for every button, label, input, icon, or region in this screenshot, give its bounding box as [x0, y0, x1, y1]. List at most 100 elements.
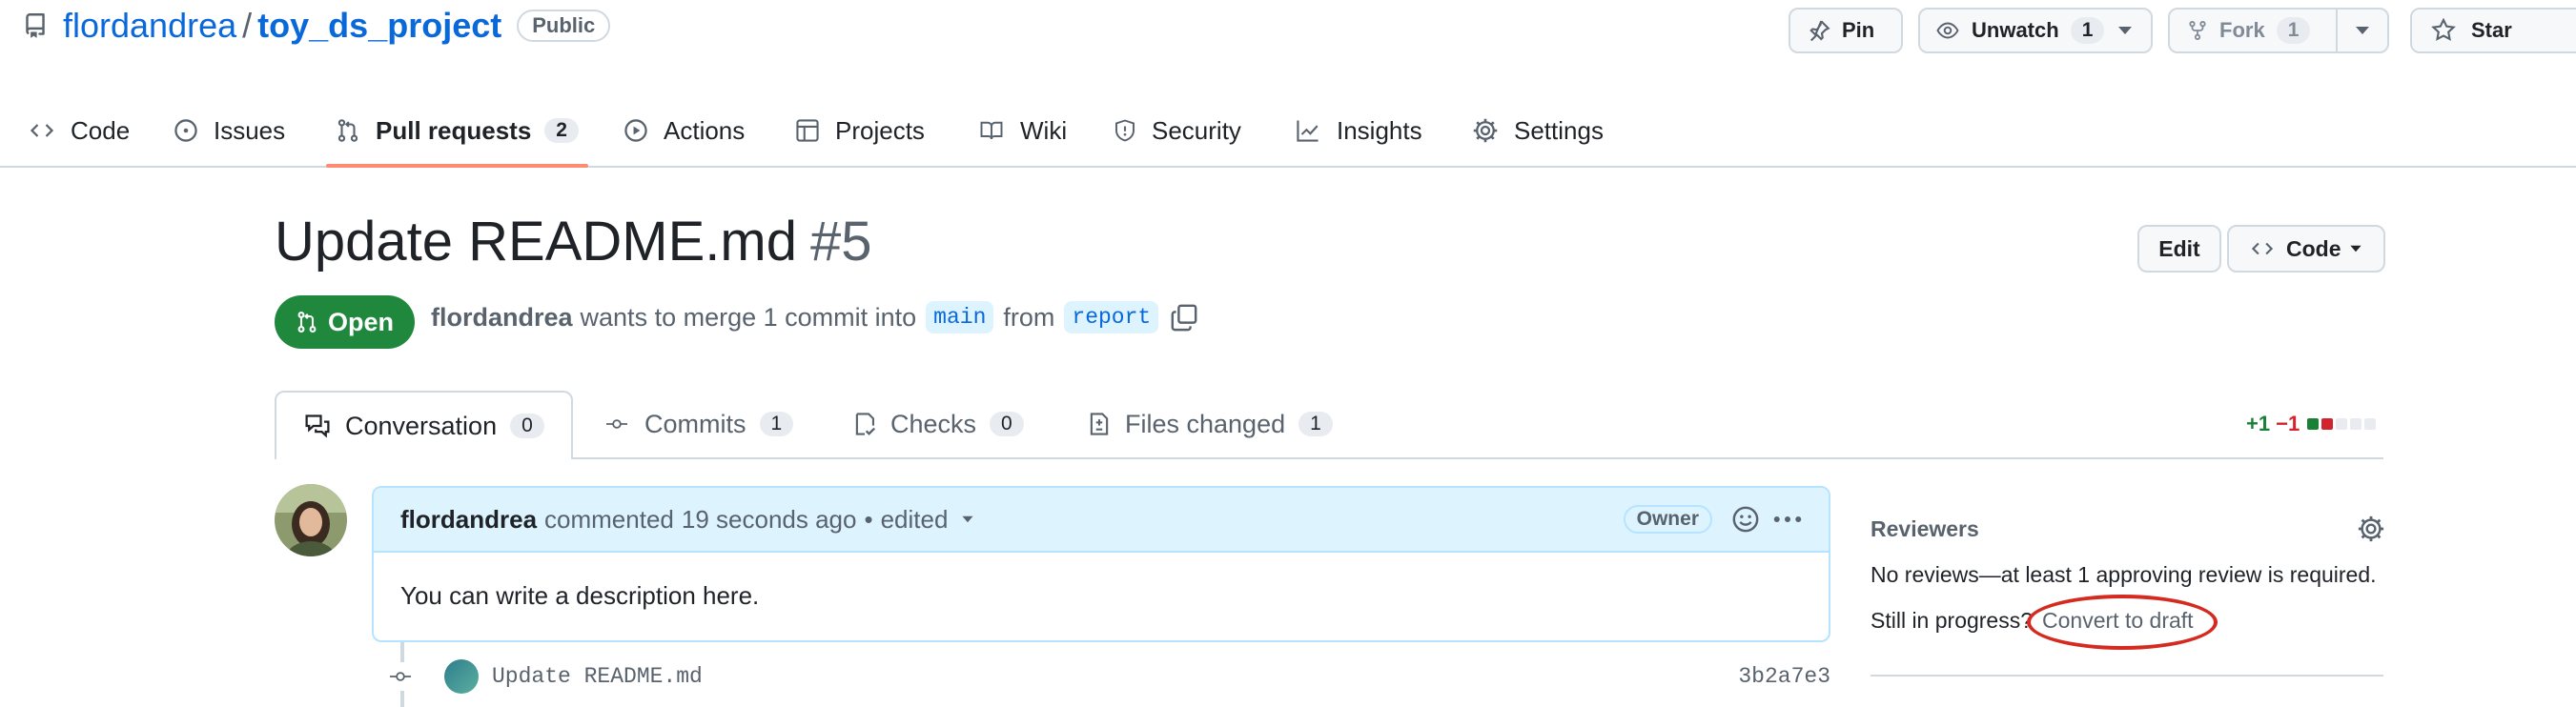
tab-commits[interactable]: Commits 1 [603, 391, 794, 457]
files-changed-count: 1 [1298, 412, 1333, 436]
pin-icon [1808, 19, 1830, 42]
tab-commits-label: Commits [644, 409, 746, 438]
tab-code[interactable]: Code [29, 95, 130, 166]
fork-count: 1 [2276, 17, 2311, 44]
status-badge: Open [275, 295, 416, 349]
tab-checks-label: Checks [890, 409, 977, 438]
star-button[interactable]: Star [2410, 8, 2576, 53]
tab-projects-label: Projects [835, 115, 925, 145]
comment-time-link[interactable]: 19 seconds ago [682, 505, 857, 535]
repo-icon [23, 11, 48, 40]
pull-requests-count: 2 [544, 118, 579, 143]
eye-icon [1935, 19, 1960, 42]
repo-name-link[interactable]: toy_ds_project [257, 6, 501, 46]
caret-down-icon [2349, 245, 2362, 252]
gear-icon[interactable] [2357, 515, 2385, 543]
pr-meta: flordandrea wants to merge 1 commit into… [431, 301, 1198, 333]
git-commit-icon [385, 662, 416, 691]
comment-header: flordandrea commented 19 seconds ago • e… [374, 488, 1829, 553]
pr-author-link[interactable]: flordandrea [431, 303, 573, 333]
copy-icon[interactable] [1170, 303, 1198, 332]
book-icon [978, 119, 1005, 142]
comment-bullet: • [864, 504, 873, 534]
star-icon [2431, 18, 2456, 43]
tab-actions[interactable]: Actions [624, 95, 745, 166]
file-diff-icon [1087, 411, 1112, 437]
diffstat-block [2336, 418, 2348, 430]
code-dropdown-button[interactable]: Code [2227, 225, 2385, 273]
head-branch[interactable]: report [1064, 301, 1159, 333]
tab-security[interactable]: Security [1114, 95, 1241, 166]
commit-sha-link[interactable]: 3b2a7e3 [1738, 664, 1830, 689]
git-pull-request-icon [336, 117, 360, 144]
pin-button[interactable]: Pin [1789, 8, 1903, 53]
edit-button[interactable]: Edit [2137, 225, 2221, 273]
tab-insights[interactable]: Insights [1295, 95, 1422, 166]
edited-dropdown[interactable]: edited [881, 505, 949, 535]
graph-icon [1295, 118, 1321, 143]
comment-discussion-icon [303, 413, 332, 439]
status-label: Open [328, 307, 395, 336]
pr-title-text: Update README.md [275, 211, 797, 273]
tab-settings-label: Settings [1514, 115, 1604, 145]
code-button-label: Code [2286, 235, 2341, 261]
repo-title: flordandrea / toy_ds_project Public [23, 6, 611, 46]
unwatch-label: Unwatch [1972, 18, 2059, 42]
star-label: Star [2471, 18, 2512, 42]
visibility-badge: Public [517, 10, 611, 42]
merge-text: wants to merge 1 commit into [580, 302, 917, 332]
tab-issues-label: Issues [214, 115, 286, 145]
edit-button-label: Edit [2158, 235, 2200, 261]
diffstat-block [2364, 418, 2377, 430]
pr-number: #5 [809, 211, 872, 273]
commit-message-link[interactable]: Update README.md [492, 664, 703, 689]
tab-conversation[interactable]: Conversation 0 [275, 391, 573, 459]
tab-wiki[interactable]: Wiki [978, 95, 1067, 166]
tab-actions-label: Actions [664, 115, 746, 145]
fork-dropdown-button[interactable] [2336, 8, 2389, 53]
code-icon [29, 119, 55, 142]
comment-box: flordandrea commented 19 seconds ago • e… [372, 486, 1830, 642]
unwatch-button[interactable]: Unwatch 1 [1918, 8, 2153, 53]
tab-projects[interactable]: Projects [795, 95, 925, 166]
caret-down-icon[interactable] [961, 515, 974, 523]
table-icon [795, 118, 820, 143]
annotation-circle [2027, 595, 2218, 650]
gear-icon [1472, 117, 1499, 144]
tab-wiki-label: Wiki [1020, 115, 1068, 145]
checklist-icon [852, 411, 877, 437]
commit-avatar[interactable] [444, 659, 479, 694]
tab-insights-label: Insights [1337, 115, 1422, 145]
checks-count: 0 [990, 412, 1024, 436]
timeline-commit: Update README.md 3b2a7e3 [385, 657, 1830, 696]
tab-pull-requests[interactable]: Pull requests 2 [326, 95, 588, 168]
comment-action: commented [544, 504, 674, 534]
reviewers-heading: Reviewers [1871, 516, 1979, 541]
comment-author-link[interactable]: flordandrea [400, 505, 537, 535]
diffstat-blocks [2307, 418, 2379, 430]
avatar[interactable] [275, 484, 347, 556]
base-branch[interactable]: main [926, 301, 994, 333]
repo-forked-icon [2187, 18, 2208, 43]
smiley-icon[interactable] [1731, 505, 1760, 534]
tab-security-label: Security [1152, 115, 1241, 145]
fork-button[interactable]: Fork 1 [2168, 8, 2338, 53]
comment-body: You can write a description here. [400, 581, 760, 610]
diffstat-block [2307, 418, 2320, 430]
repo-owner-link[interactable]: flordandrea [63, 6, 236, 46]
reviews-required-text: No reviews—at least 1 approving review i… [1871, 562, 2377, 587]
unwatch-count: 1 [2070, 17, 2105, 44]
repo-separator: / [242, 6, 253, 45]
fork-label: Fork [2219, 18, 2265, 42]
in-progress-text: Still in progress? [1871, 608, 2034, 633]
owner-badge: Owner [1623, 505, 1712, 534]
kebab-horizontal-icon[interactable] [1773, 515, 1802, 524]
tab-files-changed-label: Files changed [1125, 409, 1286, 438]
tab-checks[interactable]: Checks 0 [852, 391, 1024, 457]
tab-settings[interactable]: Settings [1472, 95, 1604, 166]
tab-files-changed[interactable]: Files changed 1 [1087, 391, 1333, 457]
chevron-down-icon [2117, 26, 2133, 35]
tab-issues[interactable]: Issues [174, 95, 285, 166]
chevron-down-icon [2355, 26, 2370, 35]
tab-conversation-label: Conversation [345, 411, 498, 440]
